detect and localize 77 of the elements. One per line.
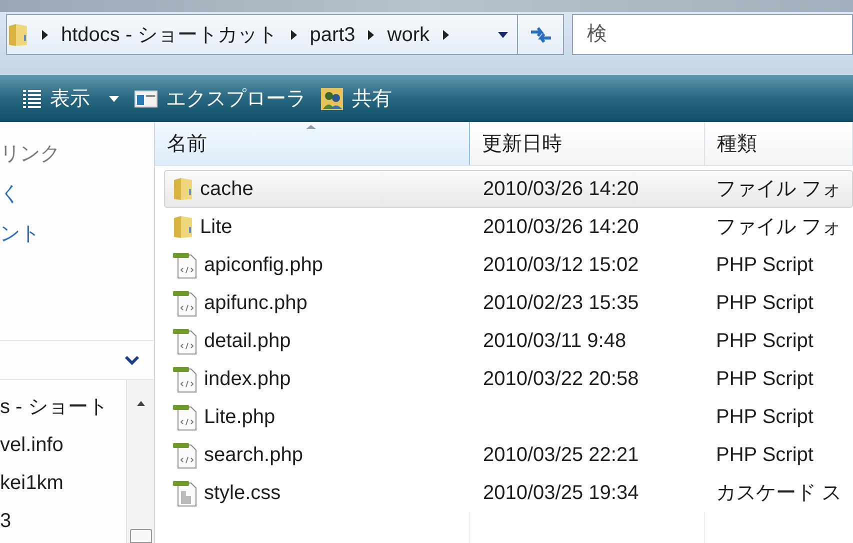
file-name: apifunc.php [204, 291, 308, 316]
modified-date: 2010/03/25 19:34 [483, 482, 639, 504]
chevron-right-icon [442, 28, 450, 40]
modified-date: 2010/03/11 9:48 [483, 330, 626, 352]
dropdown-icon [108, 94, 120, 102]
scroll-thumb[interactable] [130, 529, 152, 543]
toolbar-button[interactable]: 共有 [320, 84, 392, 114]
folder-icon [172, 215, 194, 239]
file-row[interactable]: apiconfig.php 2010/03/12 15:02 PHP Script [164, 246, 853, 284]
file-row[interactable]: search.php 2010/03/25 22:21 PHP Script [164, 436, 853, 474]
file-type: PHP Script [716, 292, 814, 314]
file-type: PHP Script [716, 330, 814, 352]
folder-icon [172, 177, 194, 201]
file-name: style.css [204, 481, 281, 506]
list-view-icon [22, 88, 42, 110]
file-row[interactable]: index.php 2010/03/22 20:58 PHP Script [164, 360, 853, 398]
window-icon [134, 88, 158, 108]
sort-up-icon [305, 124, 317, 130]
modified-date: 2010/03/26 14:20 [483, 216, 639, 238]
folder-tree-item[interactable]: s - ショート [0, 388, 126, 426]
script-file-icon [172, 289, 198, 317]
file-name: Lite.php [204, 405, 276, 430]
chevron-right-icon [290, 28, 298, 40]
chevron-down-icon[interactable] [124, 355, 140, 365]
file-name: apiconfig.php [204, 253, 323, 278]
scroll-up-icon[interactable] [136, 400, 146, 407]
file-name: index.php [204, 367, 291, 392]
script-file-icon [172, 441, 198, 469]
file-name: Lite [200, 215, 232, 240]
document-file-icon [172, 479, 198, 507]
search-field[interactable]: 検 [572, 14, 853, 55]
toolbar-button[interactable]: 表示 [22, 84, 120, 114]
file-row[interactable]: detail.php 2010/03/11 9:48 PHP Script [164, 322, 853, 360]
address-bar[interactable]: htdocs - ショートカット part3 work [6, 14, 564, 55]
file-type: カスケード ス [716, 482, 842, 504]
modified-date: 2010/03/25 22:21 [483, 444, 639, 466]
script-file-icon [172, 403, 198, 431]
chevron-right-icon [41, 28, 49, 40]
breadcrumb[interactable]: work [387, 20, 430, 50]
modified-date: 2010/03/12 15:02 [483, 254, 639, 276]
breadcrumb[interactable]: part3 [310, 20, 356, 50]
scrollbar[interactable] [126, 380, 154, 543]
file-row[interactable]: cache 2010/03/26 14:20 ファイル フォ [164, 170, 853, 208]
folder-tree-item[interactable]: vel.info [0, 426, 126, 464]
file-type: ファイル フォ [716, 178, 842, 200]
chevron-right-icon [367, 28, 376, 40]
file-name: cache [200, 177, 254, 202]
folder-tree-item[interactable]: 3 [0, 502, 126, 540]
file-type: ファイル フォ [716, 216, 842, 238]
section-heading: リンク [0, 142, 61, 167]
modified-date: 2010/03/26 14:20 [483, 178, 639, 200]
file-name: detail.php [204, 329, 291, 354]
column-header[interactable]: 更新日時 [470, 122, 705, 165]
breadcrumb[interactable]: htdocs - ショートカット [61, 20, 278, 50]
nav-link[interactable]: く [0, 180, 154, 208]
script-file-icon [172, 365, 198, 393]
column-header[interactable]: 種類 [705, 122, 853, 165]
modified-date: 2010/03/22 20:58 [483, 368, 639, 390]
file-type: PHP Script [716, 444, 814, 466]
script-file-icon [172, 327, 198, 355]
script-file-icon [172, 251, 198, 279]
people-icon [320, 86, 344, 110]
file-type: PHP Script [716, 254, 814, 276]
file-row[interactable]: style.css 2010/03/25 19:34 カスケード ス [164, 474, 853, 512]
file-row[interactable]: apifunc.php 2010/02/23 15:35 PHP Script [164, 284, 853, 322]
file-row[interactable]: Lite 2010/03/26 14:20 ファイル フォ [164, 208, 853, 246]
file-name: search.php [204, 443, 303, 468]
modified-date: 2010/02/23 15:35 [483, 292, 639, 314]
folder-icon [7, 22, 29, 46]
toolbar-button[interactable]: エクスプローラ [134, 84, 306, 114]
nav-link[interactable]: ント [0, 220, 154, 248]
dropdown-icon[interactable] [497, 30, 509, 38]
file-type: PHP Script [716, 368, 814, 390]
folder-tree-item[interactable]: kei1km [0, 464, 126, 502]
column-header[interactable]: 名前 [155, 122, 470, 165]
file-type: PHP Script [716, 406, 814, 428]
file-row[interactable]: Lite.php PHP Script [164, 398, 853, 436]
